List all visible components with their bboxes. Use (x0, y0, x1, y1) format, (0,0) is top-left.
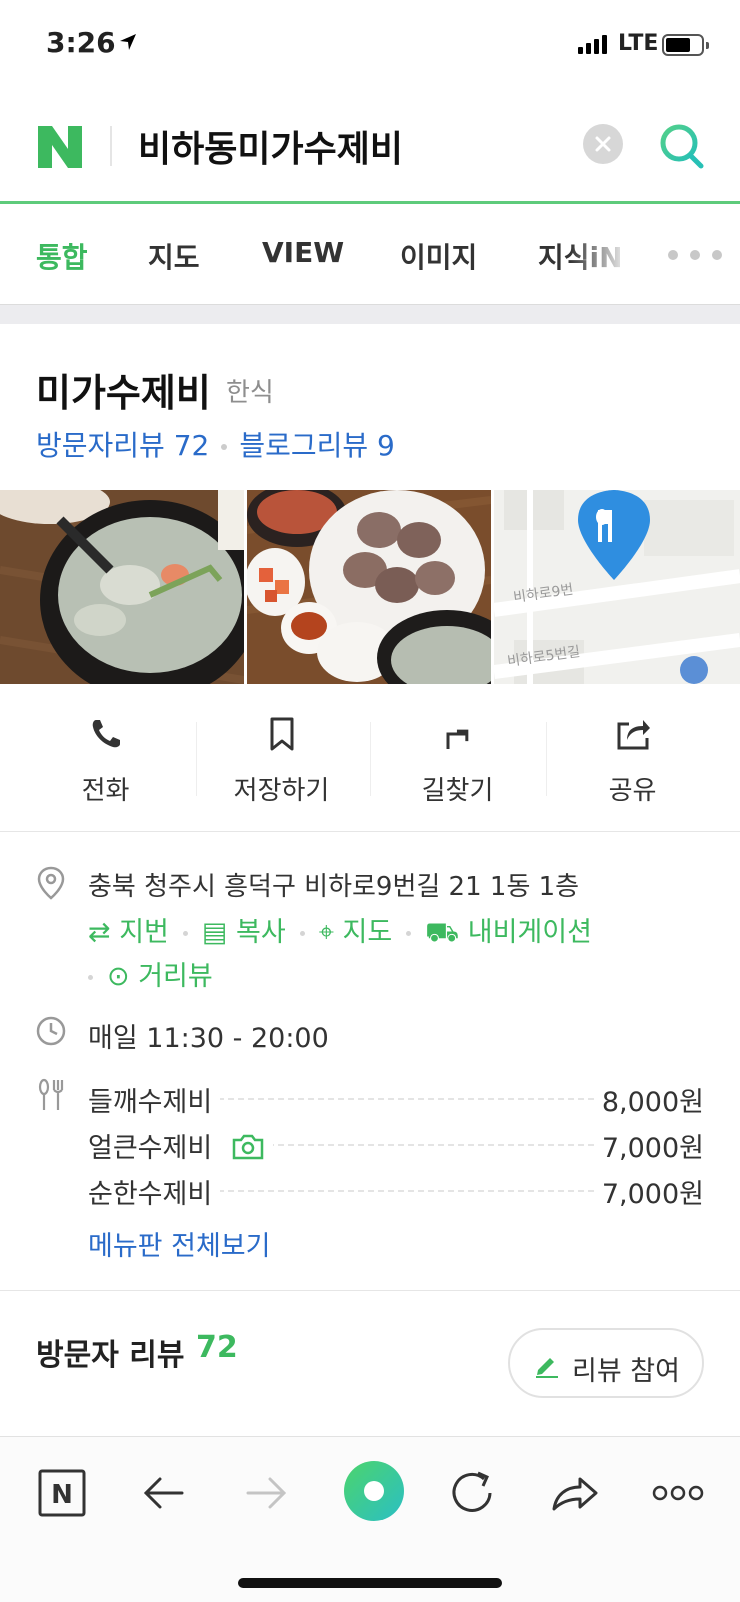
place-title[interactable]: 미가수제비 (36, 362, 211, 417)
write-review-label: 리뷰 참여 (572, 1356, 680, 1387)
clear-button[interactable] (583, 124, 623, 164)
swap-icon: ⇄ (88, 917, 120, 948)
section-divider (0, 304, 740, 324)
save-button[interactable]: 저장하기 (194, 686, 369, 832)
share-icon (617, 720, 650, 750)
menu-price: 7,000원 (593, 1126, 704, 1165)
tab-map[interactable]: 지도 (148, 236, 200, 276)
status-time: 3:26 (46, 26, 116, 59)
photo-strip: 비하로9번 비하로5번길 (0, 490, 740, 684)
share-button[interactable]: 공유 (545, 686, 720, 832)
copy-icon: ▤ (201, 917, 236, 948)
tab-images[interactable]: 이미지 (400, 236, 477, 276)
menu-item: 들깨수제비 8,000원 (88, 1080, 704, 1119)
business-hours: 매일 11:30 - 20:00 (88, 1023, 329, 1054)
menu-price: 7,000원 (593, 1172, 704, 1211)
visitor-review-link[interactable]: 방문자리뷰 72 (36, 429, 209, 462)
address-links-2: ⊙ 거리뷰 (88, 954, 213, 993)
menu-price: 8,000원 (593, 1080, 704, 1119)
share-icon[interactable] (542, 1461, 606, 1525)
menu-item: 순한수제비 7,000원 (88, 1172, 704, 1211)
search-bar: 비하동미가수제비 (0, 90, 740, 204)
home-indicator (238, 1578, 502, 1588)
pin-icon: ⌖ (318, 917, 343, 948)
close-icon (595, 136, 611, 152)
directions-icon (446, 729, 468, 749)
refresh-icon[interactable] (440, 1461, 504, 1525)
naver-logo[interactable] (36, 124, 84, 170)
map-thumbnail[interactable]: 비하로9번 비하로5번길 (494, 490, 740, 684)
write-review-button[interactable]: 리뷰 참여 (508, 1328, 704, 1398)
pencil-icon (536, 1358, 558, 1378)
search-tabs: 통합 지도 VIEW 이미지 지식iN (0, 206, 740, 302)
location-arrow-icon (120, 34, 136, 50)
photo-soup[interactable] (0, 490, 244, 684)
tab-view[interactable]: VIEW (262, 236, 344, 269)
address-links: ⇄ 지번 ▤ 복사 ⌖ 지도 ⛟ 내비게이션 (88, 910, 592, 952)
clock-icon (36, 1016, 66, 1046)
reviews-count: 72 (196, 1330, 238, 1365)
search-input[interactable]: 비하동미가수제비 (138, 120, 403, 172)
forward-icon[interactable] (234, 1461, 298, 1525)
camera-icon[interactable] (231, 1133, 265, 1161)
place-category: 한식 (226, 378, 274, 408)
photo-dumplings[interactable] (247, 490, 491, 684)
copy-link[interactable]: ▤ 복사 (202, 917, 286, 948)
svg-text:N: N (51, 1480, 73, 1510)
bookmark-icon (270, 717, 293, 751)
signal-icon (578, 34, 607, 54)
status-bar: 3:26 LTE (0, 0, 740, 90)
address: 충북 청주시 흥덕구 비하로9번길 21 1동 1층 (88, 872, 580, 902)
car-icon: ⛟ (425, 917, 468, 948)
divider (110, 126, 112, 166)
directions-button[interactable]: 길찾기 (370, 686, 545, 832)
menu-name: 들깨수제비 (88, 1080, 221, 1119)
network-type: LTE (618, 31, 659, 56)
review-links: 방문자리뷰 72 블로그리뷰 9 (36, 424, 395, 464)
call-button[interactable]: 전화 (18, 686, 193, 832)
map-link[interactable]: ⌖ 지도 (319, 917, 392, 948)
phone-icon (92, 720, 120, 748)
back-icon[interactable] (132, 1461, 196, 1525)
view-full-menu-link[interactable]: 메뉴판 전체보기 (88, 1224, 270, 1263)
street-view-link[interactable]: ⊙ 거리뷰 (107, 961, 213, 992)
utensils-icon (38, 1078, 64, 1110)
search-icon[interactable] (656, 120, 708, 172)
menu-name: 순한수제비 (88, 1172, 221, 1211)
tab-integrated[interactable]: 통합 (36, 236, 88, 276)
share-label: 공유 (608, 776, 657, 806)
tab-fade (570, 226, 630, 286)
reviews-title: 방문자 리뷰 (36, 1338, 185, 1373)
menu-item: 얼큰수제비 7,000원 (88, 1126, 704, 1165)
save-label: 저장하기 (233, 776, 330, 806)
menu-name: 얼큰수제비 (88, 1126, 273, 1165)
green-dot-button[interactable] (336, 1453, 412, 1529)
blog-review-link[interactable]: 블로그리뷰 9 (239, 429, 395, 462)
separator-dot (221, 444, 228, 450)
page: 3:26 LTE 비하동미가수제비 통합 지도 VIEW 이미지 미가수제비 한… (0, 0, 740, 1602)
action-bar: 전화 저장하기 길찾기 공유 (0, 686, 740, 832)
lot-number-link[interactable]: ⇄ 지번 (88, 917, 169, 948)
naver-home-icon[interactable]: N (30, 1461, 94, 1525)
navigation-link[interactable]: ⛟ 내비게이션 (425, 917, 592, 948)
more-tabs-icon[interactable] (666, 248, 724, 262)
street-view-icon: ⊙ (107, 961, 139, 992)
more-icon[interactable] (646, 1461, 710, 1525)
location-pin-icon (37, 866, 65, 900)
battery-icon (662, 34, 709, 56)
directions-label: 길찾기 (421, 776, 494, 806)
section-divider (0, 1290, 740, 1291)
call-label: 전화 (81, 776, 130, 806)
